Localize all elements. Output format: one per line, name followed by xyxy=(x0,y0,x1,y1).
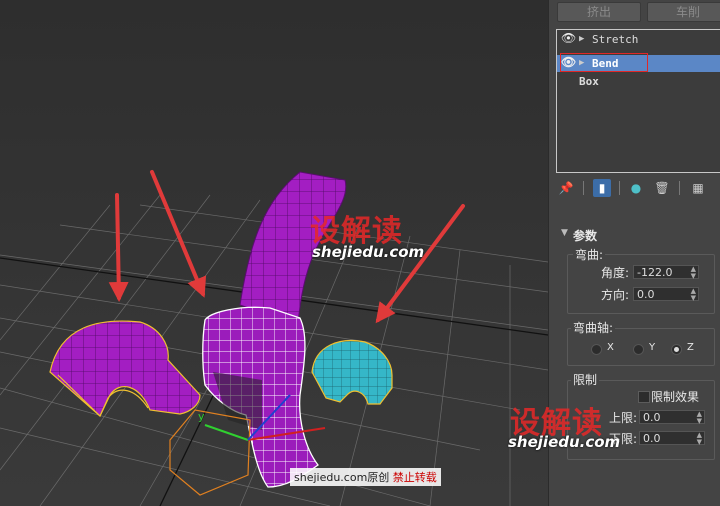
right-arch-object xyxy=(311,340,393,405)
direction-label: 方向: xyxy=(601,288,630,302)
credit-note: 禁止转载 xyxy=(392,471,437,484)
arrow-left xyxy=(108,193,129,302)
watermark-url: shejiedu.com xyxy=(312,243,425,261)
divider xyxy=(619,181,620,195)
stack-item-label: Stretch xyxy=(592,33,639,46)
highlight-box xyxy=(560,53,648,72)
watermark-url-2: shejiedu.com xyxy=(508,433,621,451)
arrow-middle xyxy=(150,170,207,298)
credit-label: shejiedu.com原创 禁止转载 xyxy=(290,468,441,486)
eye-icon[interactable]: 👁 xyxy=(561,31,576,45)
axis-x-radio[interactable] xyxy=(591,344,602,355)
make-unique-icon[interactable]: ● xyxy=(627,179,645,197)
lathe-button[interactable]: 车削 xyxy=(647,2,720,22)
selected-bend-object xyxy=(202,306,319,488)
spinner-arrows-icon[interactable]: ▲ ▼ xyxy=(691,288,696,302)
angle-label: 角度: xyxy=(601,266,630,280)
spinner-arrows-icon[interactable]: ▲ ▼ xyxy=(697,432,702,446)
left-arch-object xyxy=(49,320,201,418)
pin-stack-icon[interactable]: 📌 xyxy=(557,179,575,197)
stack-item-box[interactable]: Box xyxy=(557,73,720,90)
direction-value: 0.0 xyxy=(637,288,655,301)
bend-group-label: 弯曲: xyxy=(573,246,606,263)
stack-item-label: Box xyxy=(579,75,599,88)
divider xyxy=(679,181,680,195)
remove-modifier-icon[interactable]: 🗑 xyxy=(653,179,671,197)
divider xyxy=(583,181,584,195)
axis-y-label: Y xyxy=(649,342,656,353)
bend-group xyxy=(567,254,715,314)
scene-graphics: y xyxy=(0,170,548,506)
direction-spinner[interactable]: 0.0 ▲ ▼ xyxy=(633,287,699,302)
rollout-title[interactable]: 参数 xyxy=(573,227,597,244)
limit-effect-label: 限制效果 xyxy=(651,390,700,404)
axis-group-label: 弯曲轴: xyxy=(571,319,616,336)
upper-limit-spinner[interactable]: 0.0 ▲ ▼ xyxy=(639,410,705,425)
viewport-3d[interactable]: y 设解读 shejiedu.com shejiedu.com原创 禁止转载 xyxy=(0,0,548,506)
limits-group-label: 限制 xyxy=(571,371,600,388)
expand-triangle-icon[interactable]: ▶ xyxy=(579,31,584,48)
lower-limit-value: 0.0 xyxy=(643,432,661,445)
extrude-button[interactable]: 挤出 xyxy=(557,2,641,22)
axis-z-radio[interactable] xyxy=(671,344,682,355)
show-end-result-icon[interactable]: ▮ xyxy=(593,179,611,197)
axis-z-label: Z xyxy=(687,342,694,353)
axis-y-radio[interactable] xyxy=(633,344,644,355)
limit-effect-checkbox[interactable] xyxy=(638,391,650,403)
svg-text:y: y xyxy=(198,410,205,423)
stack-item-stretch[interactable]: 👁 ▶ Stretch xyxy=(557,31,720,48)
upper-limit-label: 上限: xyxy=(609,411,638,425)
configure-sets-icon[interactable]: ▦ xyxy=(689,179,707,197)
spinner-arrows-icon[interactable]: ▲ ▼ xyxy=(697,411,702,425)
axis-x-label: X xyxy=(607,342,614,353)
modifier-stack[interactable]: 👁 ▶ Stretch 👁 ▶ Bend Box xyxy=(556,29,720,173)
angle-spinner[interactable]: -122.0 ▲ ▼ xyxy=(633,265,699,280)
credit-site: shejiedu.com原创 xyxy=(294,471,390,484)
lower-limit-spinner[interactable]: 0.0 ▲ ▼ xyxy=(639,431,705,446)
upper-limit-value: 0.0 xyxy=(643,411,661,424)
rollout-collapse-icon[interactable]: ▼ xyxy=(561,228,568,238)
angle-value: -122.0 xyxy=(637,266,673,279)
spinner-arrows-icon[interactable]: ▲ ▼ xyxy=(691,266,696,280)
